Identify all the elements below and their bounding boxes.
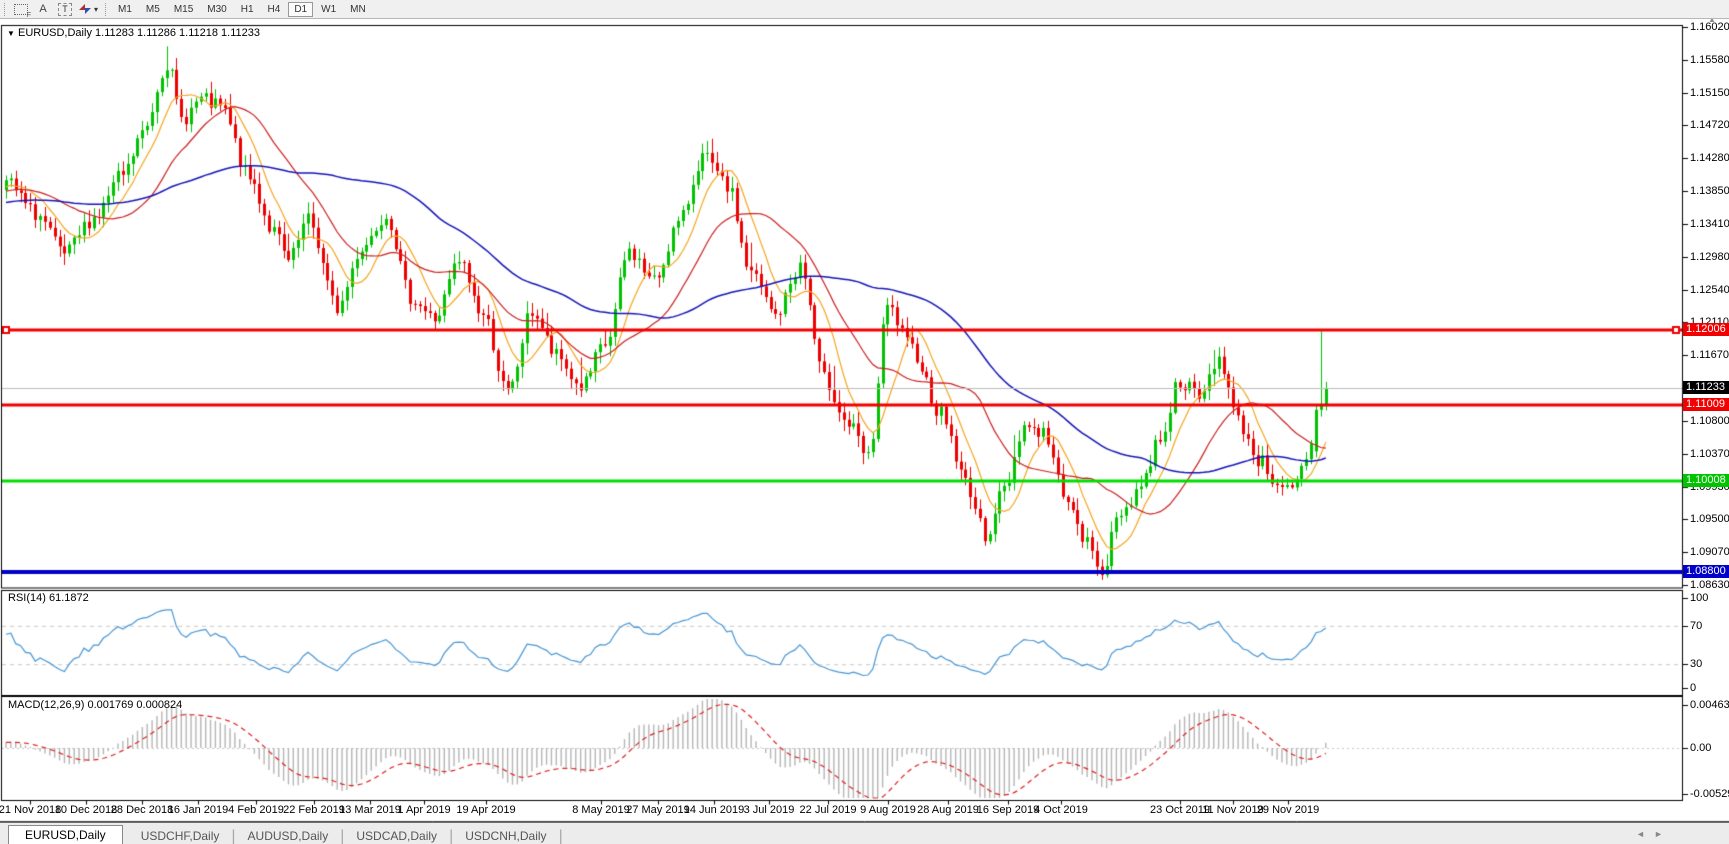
timeframe-buttons: M1 M5 M15 M30 H1 H4 D1 W1 MN xyxy=(111,1,373,17)
tf-button-m15[interactable]: M15 xyxy=(168,2,199,17)
price-tick-label: 1.09500 xyxy=(1690,513,1729,526)
quote-ohlc: 1.11283 1.11286 1.11218 1.11233 xyxy=(95,27,260,39)
rsi-label: RSI(14) 61.1872 xyxy=(8,592,89,604)
price-tick-label: 1.12980 xyxy=(1690,250,1729,263)
tab-usdcad[interactable]: USDCAD,Daily xyxy=(344,828,449,844)
text-label-glyph: T xyxy=(58,2,72,16)
price-tick-label: 1.10370 xyxy=(1690,447,1729,460)
macd-scale-label: 0.00463 xyxy=(1690,699,1729,711)
tabs-scroll-left-icon[interactable]: ◄ xyxy=(1636,829,1645,839)
toolbar: F A T ▾ M1 M5 M15 M30 H1 H4 D1 W1 MN xyxy=(0,0,1729,19)
mt4-chart-window: F A T ▾ M1 M5 M15 M30 H1 H4 D1 W1 MN ▼ EURUSD,Da… xyxy=(0,0,1729,844)
symbol-label: EURUSD,Daily xyxy=(17,27,92,39)
fibonacci-grid-icon[interactable]: F xyxy=(13,2,31,19)
fibonacci-grid-glyph: F xyxy=(14,3,31,19)
date-label: 14 Jun 2019 xyxy=(683,804,745,816)
price-tick-label: 1.15580 xyxy=(1690,54,1729,67)
tab-usdchf[interactable]: USDCHF,Daily xyxy=(129,828,232,844)
rsi-scale-label: 30 xyxy=(1690,658,1703,670)
tf-button-mn[interactable]: MN xyxy=(344,2,372,17)
date-label: 16 Sep 2019 xyxy=(976,804,1040,816)
arrows-glyph xyxy=(79,3,92,15)
date-label: 8 May 2019 xyxy=(572,804,630,816)
symbol-dropdown-icon[interactable]: ▼ xyxy=(7,29,15,38)
date-label: 16 Jan 2019 xyxy=(167,804,229,816)
text-label-icon[interactable]: T xyxy=(57,2,73,16)
current-price-badge: 1.11233 xyxy=(1683,381,1729,395)
chart-canvas[interactable] xyxy=(0,0,1729,844)
price-tick-label: 1.14280 xyxy=(1690,152,1729,165)
price-tick-label: 1.14720 xyxy=(1690,119,1729,132)
tf-button-m30[interactable]: M30 xyxy=(201,2,232,17)
price-tick-label: 1.13410 xyxy=(1690,218,1729,231)
dropdown-caret-icon: ▾ xyxy=(94,4,99,14)
date-label: 19 Apr 2019 xyxy=(456,804,516,816)
macd-scale-label: -0.005299 xyxy=(1690,788,1729,800)
price-tick-label: 1.11670 xyxy=(1690,349,1729,362)
date-label: 28 Aug 2019 xyxy=(917,804,979,816)
date-label: 23 Oct 2019 xyxy=(1150,804,1210,816)
price-tick-label: 1.12540 xyxy=(1690,283,1729,296)
date-label: 27 May 2019 xyxy=(626,804,690,816)
date-label: 22 Jul 2019 xyxy=(799,804,857,816)
macd-scale-label: 0.00 xyxy=(1690,742,1712,754)
date-label: 10 Dec 2018 xyxy=(54,804,118,816)
tf-button-h4[interactable]: H4 xyxy=(262,2,287,17)
tf-button-w1[interactable]: W1 xyxy=(315,2,342,17)
rsi-scale-label: 100 xyxy=(1690,592,1709,604)
hline-badge: 1.10008 xyxy=(1683,473,1729,487)
date-label: 4 Oct 2019 xyxy=(1034,804,1088,816)
symbol-tab-bar: EURUSD,Daily USDCHF,Daily | AUDUSD,Daily | US… xyxy=(0,822,1729,844)
price-tick-label: 1.16020 xyxy=(1690,21,1729,33)
rsi-scale-label: 70 xyxy=(1690,620,1703,632)
tf-button-d1[interactable]: D1 xyxy=(288,1,314,17)
date-label: 4 Feb 2019 xyxy=(228,804,284,816)
hline-badge: 1.08800 xyxy=(1683,565,1729,579)
date-label: 28 Dec 2018 xyxy=(110,804,174,816)
tabs-scroll-right-icon[interactable]: ► xyxy=(1654,829,1663,839)
text-icon[interactable]: A xyxy=(35,2,51,16)
price-tick-label: 1.10800 xyxy=(1690,415,1729,428)
price-tick-label: 1.08630 xyxy=(1690,578,1729,591)
macd-label: MACD(12,26,9) 0.001769 0.000824 xyxy=(8,699,183,711)
rsi-scale-label: 0 xyxy=(1690,682,1697,694)
date-label: 13 Mar 2019 xyxy=(339,804,401,816)
date-label: 1 Apr 2019 xyxy=(397,804,451,816)
tab-usdcnh[interactable]: USDCNH,Daily xyxy=(453,828,558,844)
price-tick-label: 1.09070 xyxy=(1690,545,1729,558)
tab-eurusd[interactable]: EURUSD,Daily xyxy=(8,825,123,844)
date-label: 3 Jul 2019 xyxy=(743,804,795,816)
selected-hline-badge: 1.12006 xyxy=(1683,323,1729,337)
date-label: 9 Aug 2019 xyxy=(860,804,916,816)
tf-button-m5[interactable]: M5 xyxy=(140,2,166,17)
tab-audusd[interactable]: AUDUSD,Daily xyxy=(236,828,341,844)
toolbar-separator xyxy=(105,2,107,16)
tf-button-h1[interactable]: H1 xyxy=(235,2,260,17)
price-tick-label: 1.15150 xyxy=(1690,86,1729,99)
date-label: 11 Nov 2019 xyxy=(1202,804,1264,816)
price-tick-label: 1.13850 xyxy=(1690,184,1729,197)
date-label: 29 Nov 2019 xyxy=(1256,804,1320,816)
hline-badge: 1.11009 xyxy=(1683,398,1729,412)
tab-separator: | xyxy=(558,828,563,844)
date-label: 22 Feb 2019 xyxy=(283,804,345,816)
tf-button-m1[interactable]: M1 xyxy=(112,2,138,17)
arrows-icon[interactable]: ▾ xyxy=(79,2,98,16)
toolbar-drag-handle[interactable] xyxy=(4,2,6,16)
chart-title: ▼ EURUSD,Daily 1.11283 1.11286 1.11218 1… xyxy=(7,27,260,39)
date-label: 21 Nov 2018 xyxy=(0,804,62,816)
